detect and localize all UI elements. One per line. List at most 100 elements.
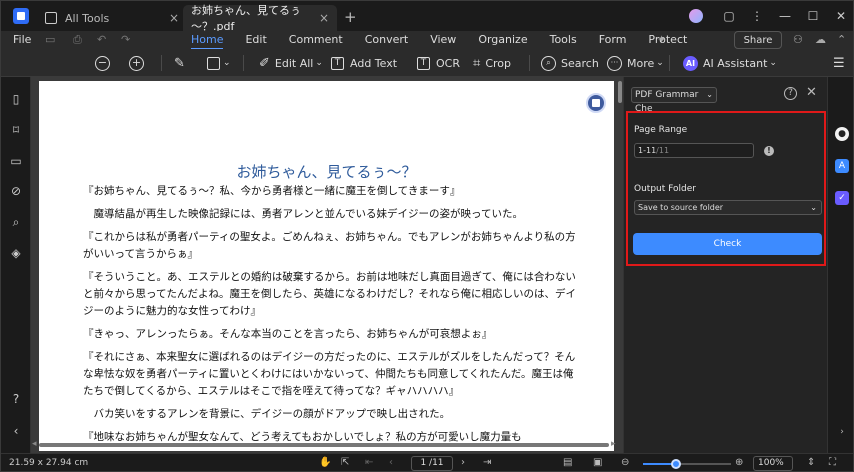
page-thumbnail-icon[interactable]: ▯ xyxy=(10,93,22,105)
status-bar: 21.59 x 27.94 cm ✋ ⇱ ⇤ ‹ 1 /11 › ⇥ ▤ ▣ ⊖… xyxy=(1,453,853,471)
comment-icon[interactable]: ▭ xyxy=(10,155,22,167)
connect-icon[interactable]: ⚇ xyxy=(793,33,803,46)
display-mode-icon[interactable]: ▣ xyxy=(593,457,602,468)
feedback-icon[interactable]: ▢ xyxy=(715,9,743,23)
collapse-right-icon[interactable]: › xyxy=(835,425,849,439)
last-page-icon[interactable]: ⇥ xyxy=(483,457,491,468)
check-button[interactable]: Check xyxy=(633,233,822,255)
shape-button[interactable]: ⌄ xyxy=(207,54,236,72)
close-icon[interactable]: ✕ xyxy=(806,85,817,100)
search-icon: ⌕ xyxy=(541,55,556,71)
edit-icon: ✐ xyxy=(259,55,270,71)
tab-tools[interactable]: Tools xyxy=(550,33,577,50)
horizontal-scrollbar[interactable] xyxy=(39,443,609,447)
lightbulb-icon[interactable]: ✦ xyxy=(657,33,666,46)
close-window-icon[interactable]: ✕ xyxy=(827,9,853,23)
output-folder-select[interactable]: Save to source folder ⌄ xyxy=(634,200,822,215)
menu-file[interactable]: File xyxy=(13,33,31,46)
add-text-button[interactable]: T Add Text xyxy=(331,54,397,72)
hand-tool-icon[interactable]: ✋ xyxy=(319,457,331,468)
more-vertical-icon[interactable]: ⋮ xyxy=(743,9,771,23)
minimize-icon[interactable]: — xyxy=(771,9,799,23)
translate-icon[interactable]: A xyxy=(835,159,849,173)
avatar[interactable] xyxy=(689,9,703,23)
ai-assistant-button[interactable]: AI AI Assistant ⌄ xyxy=(683,54,777,72)
fit-page-icon[interactable]: ⇕ xyxy=(807,457,815,468)
tab-form[interactable]: Form xyxy=(599,33,627,50)
ocr-button[interactable]: T OCR xyxy=(417,54,460,72)
collapse-left-icon[interactable]: ‹ xyxy=(10,425,22,437)
layers-icon[interactable]: ◈ xyxy=(10,247,22,259)
tab-organize[interactable]: Organize xyxy=(478,33,527,50)
attachment-icon[interactable]: ⊘ xyxy=(10,185,22,197)
ai-robot-icon[interactable]: ● xyxy=(835,127,849,141)
crop-button[interactable]: ⌗ Crop xyxy=(473,54,511,72)
previous-page-icon[interactable]: ‹ xyxy=(389,457,393,468)
panel-mode-select[interactable]: PDF Grammar Che ⌄ xyxy=(631,87,717,114)
document-viewer[interactable]: お姉ちゃん、見てるぅ～？ 『お姉ちゃん、見てるぅ～？私、今から勇者様と一緒に魔王… xyxy=(31,77,623,453)
save-icon[interactable]: ▭ xyxy=(45,33,55,46)
floating-ai-icon[interactable] xyxy=(586,93,606,113)
zoom-out-button[interactable]: − xyxy=(95,54,115,72)
undo-icon[interactable]: ↶ xyxy=(97,33,106,46)
document-body: 『お姉ちゃん、見てるぅ～？私、今から勇者様と一緒に魔王を倒してきまーす』 魔導結… xyxy=(83,183,583,452)
search-label: Search xyxy=(561,56,599,70)
scroll-left-icon[interactable]: ◂ xyxy=(32,439,37,449)
add-tab-icon[interactable]: + xyxy=(344,8,357,26)
tab-all-tools[interactable]: All Tools × xyxy=(41,5,183,31)
zoom-out-icon[interactable]: ⊖ xyxy=(621,457,629,468)
first-page-icon[interactable]: ⇤ xyxy=(365,457,373,468)
pdf-page[interactable]: お姉ちゃん、見てるぅ～？ 『お姉ちゃん、見てるぅ～？私、今から勇者様と一緒に魔王… xyxy=(39,81,614,451)
output-folder-value: Save to source folder xyxy=(638,203,724,212)
tab-edit[interactable]: Edit xyxy=(245,33,266,50)
help-icon[interactable]: ? xyxy=(784,87,797,100)
tab-home[interactable]: Home xyxy=(191,33,224,50)
page-view-icon[interactable]: ▤ xyxy=(563,457,572,468)
zoom-slider[interactable] xyxy=(643,459,731,469)
restore-icon[interactable]: ☐ xyxy=(799,9,827,23)
select-tool-icon[interactable]: ⇱ xyxy=(341,457,349,468)
crop-label: Crop xyxy=(485,56,512,70)
highlight-button[interactable]: ✎ xyxy=(174,54,190,72)
close-tab-icon[interactable]: × xyxy=(169,11,179,25)
cloud-upload-icon[interactable]: ☁ xyxy=(815,33,826,46)
paragraph: 『きゃっ、アレンったらぁ。そんな本当のことを言ったら、お姉ちゃんが可哀想よぉ』 xyxy=(83,328,493,340)
add-text-label: Add Text xyxy=(350,56,398,70)
toolbar: − + ✎ ⌄ ✐ Edit All ⌄ T Add Text T OCR ⌗ Crop … xyxy=(1,49,853,77)
settings-button[interactable]: ☰ xyxy=(833,54,850,72)
bookmark-icon[interactable]: ⌑ xyxy=(10,124,22,136)
rectangle-icon xyxy=(207,56,220,70)
toolbar-divider xyxy=(529,55,530,71)
tab-protect[interactable]: Protect xyxy=(648,33,687,50)
fullscreen-icon[interactable]: ⛶ xyxy=(829,457,836,468)
next-page-icon[interactable]: › xyxy=(461,457,465,468)
vertical-scrollbar[interactable] xyxy=(618,81,622,103)
grammar-check-icon[interactable]: ✓ xyxy=(835,191,849,205)
page-number-input[interactable]: 1 /11 xyxy=(411,456,453,471)
close-tab-icon[interactable]: × xyxy=(319,11,329,25)
help-icon[interactable]: ? xyxy=(10,393,22,405)
highlight-box: Page Range 1-11/11 ! Output Folder Save … xyxy=(626,111,826,266)
zoom-in-icon[interactable]: ⊕ xyxy=(735,457,743,468)
page-range-input[interactable]: 1-11/11 xyxy=(634,143,754,158)
print-icon[interactable]: ⎙ xyxy=(73,33,82,47)
chevron-down-icon: ⌄ xyxy=(810,203,817,212)
tab-comment[interactable]: Comment xyxy=(289,33,343,50)
expand-icon[interactable]: ⌃ xyxy=(837,33,846,46)
zoom-level-select[interactable]: 100% xyxy=(753,456,793,471)
tab-document[interactable]: お姉ちゃん、見てるぅ～？.pdf × xyxy=(183,4,337,33)
zoom-slider-handle[interactable] xyxy=(671,459,682,469)
edit-all-button[interactable]: ✐ Edit All ⌄ xyxy=(259,54,323,72)
window-controls: ▢ ⋮ — ☐ ✕ xyxy=(689,1,853,31)
share-button[interactable]: Share xyxy=(734,31,782,49)
search-icon[interactable]: ⌕ xyxy=(10,216,22,228)
zoom-in-button[interactable]: + xyxy=(129,54,149,72)
scroll-right-icon[interactable]: ▸ xyxy=(611,439,616,449)
search-button[interactable]: ⌕ Search xyxy=(541,54,599,72)
tab-view[interactable]: View xyxy=(430,33,456,50)
info-icon[interactable]: ! xyxy=(764,146,774,156)
redo-icon[interactable]: ↷ xyxy=(121,33,130,46)
more-button[interactable]: ··· More ⌄ xyxy=(607,54,664,72)
text-box-icon: T xyxy=(331,56,344,70)
tab-convert[interactable]: Convert xyxy=(365,33,409,50)
